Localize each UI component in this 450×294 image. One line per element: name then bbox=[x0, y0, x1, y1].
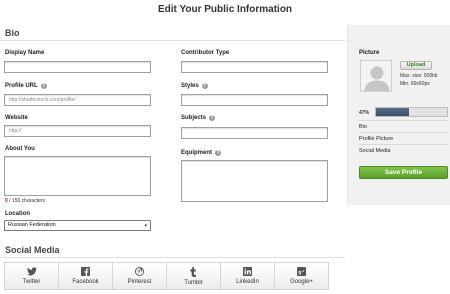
avatar bbox=[360, 60, 392, 92]
progress-fill bbox=[376, 108, 410, 116]
tumblr-icon bbox=[190, 266, 196, 277]
max-size-note: Max. size: 500kb bbox=[400, 73, 438, 79]
progress-percent: 47% bbox=[359, 110, 370, 116]
about-you-textarea[interactable] bbox=[4, 156, 151, 196]
contributor-type-input[interactable] bbox=[181, 61, 328, 73]
picture-label: Picture bbox=[359, 50, 380, 56]
page-title: Edit Your Public Information bbox=[157, 4, 293, 15]
social-divider bbox=[0, 257, 345, 258]
twitter-icon bbox=[26, 267, 37, 276]
equipment-label: Equipment? bbox=[181, 150, 221, 156]
social-media-section-title: Social Media bbox=[5, 245, 60, 255]
about-you-label: About You bbox=[5, 146, 35, 152]
contributor-type-label: Contributor Type bbox=[181, 50, 230, 56]
checklist-item-social-media: Social Media bbox=[359, 144, 448, 154]
help-icon[interactable]: ? bbox=[215, 150, 221, 156]
upload-button[interactable]: Upload bbox=[400, 61, 432, 70]
social-media-bar: Twitter Facebook Pinterest Tumblr Linked… bbox=[4, 262, 329, 290]
help-icon[interactable]: ? bbox=[209, 115, 216, 121]
website-label: Website bbox=[5, 115, 28, 121]
subjects-input[interactable] bbox=[181, 127, 328, 139]
location-select[interactable]: Russian Federation ▾ bbox=[4, 220, 151, 231]
facebook-icon bbox=[81, 267, 90, 276]
profile-url-placeholder: http://shutterstock.com/profile/ bbox=[9, 97, 76, 103]
profile-progress-bar bbox=[375, 107, 448, 117]
styles-input[interactable] bbox=[181, 94, 328, 106]
social-linkedin-button[interactable]: LinkedIn bbox=[221, 263, 275, 289]
character-count: 0 bbox=[5, 198, 8, 204]
display-name-input[interactable] bbox=[4, 61, 151, 73]
social-google-plus-button[interactable]: g + Google+ bbox=[275, 263, 328, 289]
google-plus-icon: g + bbox=[297, 267, 306, 276]
user-silhouette-icon bbox=[364, 66, 390, 91]
social-tumblr-button[interactable]: Tumblr bbox=[167, 263, 221, 289]
pinterest-icon bbox=[135, 267, 144, 276]
styles-label: Styles? bbox=[181, 83, 208, 89]
linkedin-icon bbox=[243, 267, 252, 276]
help-icon[interactable]: ? bbox=[40, 83, 47, 89]
min-size-note: Min. 60x60px bbox=[400, 81, 430, 87]
location-value: Russian Federation bbox=[8, 222, 56, 228]
bio-divider bbox=[0, 40, 345, 41]
bio-section-title: Bio bbox=[5, 28, 20, 38]
character-counter: 0 / 150 characters bbox=[5, 198, 45, 204]
display-name-label: Display Name bbox=[5, 50, 45, 56]
profile-url-input[interactable]: http://shutterstock.com/profile/ bbox=[4, 94, 151, 106]
character-limit: / 150 characters bbox=[9, 198, 46, 204]
website-input[interactable]: http:// bbox=[4, 125, 151, 137]
equipment-textarea[interactable] bbox=[181, 160, 328, 202]
social-pinterest-button[interactable]: Pinterest bbox=[113, 263, 167, 289]
chevron-down-icon: ▾ bbox=[144, 223, 147, 229]
location-label: Location bbox=[5, 211, 30, 217]
social-facebook-button[interactable]: Facebook bbox=[59, 263, 113, 289]
svg-text:g: g bbox=[298, 271, 301, 276]
checklist-item-bio: Bio bbox=[359, 120, 448, 130]
website-placeholder: http:// bbox=[9, 128, 22, 134]
help-icon[interactable]: ? bbox=[201, 83, 208, 89]
subjects-label: Subjects? bbox=[181, 115, 216, 121]
checklist-item-profile-picture: Profile Picture bbox=[359, 132, 448, 142]
social-twitter-button[interactable]: Twitter bbox=[5, 263, 59, 289]
profile-url-label: Profile URL? bbox=[5, 83, 47, 89]
save-profile-button[interactable]: Save Profile bbox=[359, 166, 448, 179]
